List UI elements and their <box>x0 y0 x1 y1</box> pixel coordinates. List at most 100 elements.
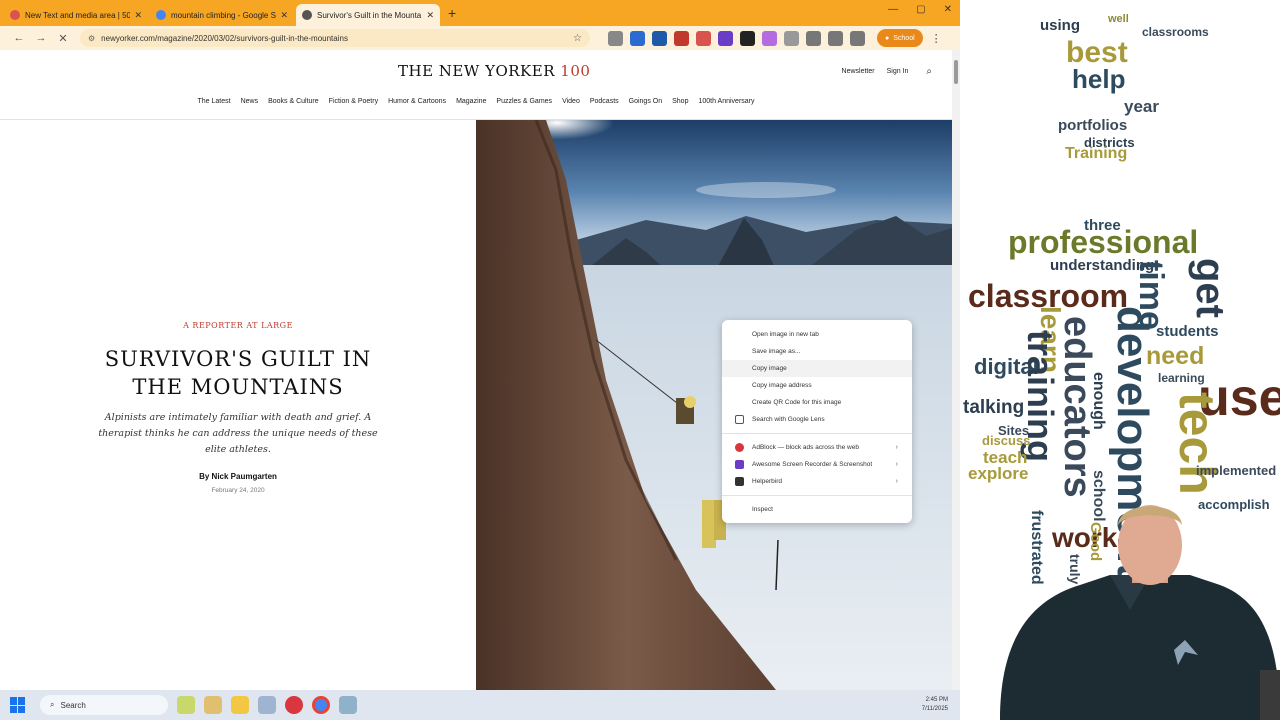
scrollbar-thumb[interactable] <box>954 60 958 84</box>
menu-item-open-image-new-tab[interactable]: Open image in new tab <box>722 326 912 343</box>
menu-item-label: Inspect <box>752 506 773 513</box>
sign-in-link[interactable]: Sign In <box>887 68 909 75</box>
close-window-icon[interactable]: ✕ <box>944 4 952 15</box>
windows-start-icon[interactable] <box>10 697 26 713</box>
browser-toolbar: ← → ✕ ⚙ newyorker.com/magazine/2020/03/0… <box>0 26 960 50</box>
menu-item-label: Awesome Screen Recorder & Screenshot <box>752 461 873 468</box>
submenu-arrow-icon: › <box>895 461 898 468</box>
site-info-icon[interactable]: ⚙ <box>88 34 95 43</box>
menu-item-label: Helperbird <box>752 478 782 485</box>
back-icon[interactable]: ← <box>8 32 30 44</box>
site-nav-item[interactable]: Books & Culture <box>268 98 319 112</box>
profile-button[interactable]: ● School <box>877 29 923 47</box>
tab-close-icon[interactable]: ✕ <box>426 10 434 21</box>
menu-item-helperbird[interactable]: Helperbird › <box>722 473 912 490</box>
extension-icon[interactable] <box>608 30 623 46</box>
menu-item-label: Save image as... <box>752 348 801 355</box>
extension-icon[interactable] <box>652 30 667 46</box>
minimize-icon[interactable]: — <box>888 4 898 15</box>
site-nav-item[interactable]: Magazine <box>456 98 486 112</box>
menu-item-google-lens[interactable]: Search with Google Lens <box>722 411 912 428</box>
search-icon: ⌕ <box>50 700 55 709</box>
browser-tab-active[interactable]: Survivor's Guilt in the Mounta ✕ <box>296 4 440 26</box>
image-context-menu: Open image in new tab Save image as... C… <box>722 320 912 523</box>
site-nav-item[interactable]: 100th Anniversary <box>698 98 754 112</box>
menu-item-screen-recorder[interactable]: Awesome Screen Recorder & Screenshot › <box>722 456 912 473</box>
extension-icon[interactable] <box>762 30 777 46</box>
article-headline: SURVIVOR'S GUILT IN THE MOUNTAINS <box>104 347 372 399</box>
account-links: Newsletter Sign In ⌕ <box>842 66 932 77</box>
new-tab-button[interactable]: + <box>448 5 456 21</box>
menu-item-inspect[interactable]: Inspect <box>722 501 912 518</box>
logo-text: THE NEW YORKER <box>398 62 556 80</box>
site-nav-item[interactable]: Goings On <box>629 98 662 112</box>
bookmark-star-icon[interactable]: ☆ <box>573 33 582 44</box>
split-view-icon[interactable] <box>850 30 865 46</box>
forward-icon[interactable]: → <box>30 32 52 44</box>
helperbird-icon <box>735 477 744 486</box>
presenter-webcam <box>1000 505 1280 720</box>
maximize-icon[interactable]: ▢ <box>916 4 925 15</box>
browser-window: New Text and media area | 502 ✕ mountain… <box>0 0 960 690</box>
search-icon[interactable]: ⌕ <box>926 66 932 77</box>
site-nav-item[interactable]: Shop <box>672 98 688 112</box>
menu-item-create-qr-code[interactable]: Create QR Code for this image <box>722 394 912 411</box>
browser-menu-icon[interactable]: ⋮ <box>931 32 942 45</box>
submenu-arrow-icon: › <box>895 444 898 451</box>
tab-strip: New Text and media area | 502 ✕ mountain… <box>0 0 960 26</box>
browser-tab[interactable]: New Text and media area | 502 ✕ <box>4 4 148 26</box>
menu-item-label: AdBlock — block ads across the web <box>752 444 859 451</box>
menu-item-copy-image-address[interactable]: Copy image address <box>722 377 912 394</box>
taskbar-clock[interactable]: 2:45 PM 7/11/2025 <box>922 696 948 714</box>
site-nav-item[interactable]: News <box>241 98 259 112</box>
menu-item-label: Open image in new tab <box>752 331 819 338</box>
site-logo[interactable]: THE NEW YORKER 100 <box>398 62 590 80</box>
menu-item-label: Copy image <box>752 365 787 372</box>
sidebar-icon[interactable] <box>828 30 843 46</box>
extension-icon[interactable] <box>674 30 689 46</box>
site-nav: The Latest News Books & Culture Fiction & P… <box>0 98 952 112</box>
extension-icon[interactable] <box>784 30 799 46</box>
page-scrollbar[interactable] <box>952 50 960 690</box>
windows-taskbar: ⌕ Search 2:45 PM 7/11/2025 <box>0 690 960 720</box>
taskbar-app-icon[interactable] <box>204 696 222 714</box>
site-nav-item[interactable]: Fiction & Poetry <box>329 98 378 112</box>
menu-item-copy-image[interactable]: Copy image <box>722 360 912 377</box>
article-rubric[interactable]: A REPORTER AT LARGE <box>0 321 476 330</box>
menu-item-label: Search with Google Lens <box>752 416 825 423</box>
avatar: ● <box>885 34 890 42</box>
taskbar-app-icon[interactable] <box>285 696 303 714</box>
extension-icon[interactable] <box>718 30 733 46</box>
extension-icon[interactable] <box>630 30 645 46</box>
taskbar-app-icon[interactable] <box>339 696 357 714</box>
site-nav-item[interactable]: Video <box>562 98 580 112</box>
file-explorer-icon[interactable] <box>231 696 249 714</box>
extension-icons <box>608 30 865 46</box>
site-header: THE NEW YORKER 100 Newsletter Sign In ⌕ <box>0 50 952 94</box>
site-nav-item[interactable]: The Latest <box>197 98 230 112</box>
newsletter-link[interactable]: Newsletter <box>842 68 875 75</box>
url-text: newyorker.com/magazine/2020/03/02/surviv… <box>101 33 348 43</box>
article-header: A REPORTER AT LARGE SURVIVOR'S GUILT IN … <box>0 120 476 690</box>
article-dek: Alpinists are intimately familiar with d… <box>98 412 378 455</box>
menu-item-label: Copy image address <box>752 382 812 389</box>
taskbar-search[interactable]: ⌕ Search <box>40 695 168 715</box>
chrome-icon[interactable] <box>312 696 330 714</box>
site-nav-item[interactable]: Podcasts <box>590 98 619 112</box>
taskbar-search-label: Search <box>60 700 86 710</box>
extension-icon[interactable] <box>696 30 711 46</box>
taskbar-app-icon[interactable] <box>258 696 276 714</box>
browser-tab[interactable]: mountain climbing - Google Se ✕ <box>150 4 294 26</box>
site-nav-item[interactable]: Puzzles & Games <box>496 98 552 112</box>
address-bar[interactable]: ⚙ newyorker.com/magazine/2020/03/02/surv… <box>80 29 590 47</box>
article-byline[interactable]: By Nick Paumgarten <box>0 472 476 481</box>
reload-icon[interactable]: ✕ <box>52 32 74 45</box>
taskbar-app-icon[interactable] <box>177 696 195 714</box>
tab-close-icon[interactable]: ✕ <box>280 10 288 21</box>
menu-item-adblock[interactable]: AdBlock — block ads across the web › <box>722 439 912 456</box>
site-nav-item[interactable]: Humor & Cartoons <box>388 98 446 112</box>
extension-icon[interactable] <box>740 30 755 46</box>
tab-close-icon[interactable]: ✕ <box>134 10 142 21</box>
menu-item-save-image[interactable]: Save image as... <box>722 343 912 360</box>
extensions-puzzle-icon[interactable] <box>806 30 821 46</box>
